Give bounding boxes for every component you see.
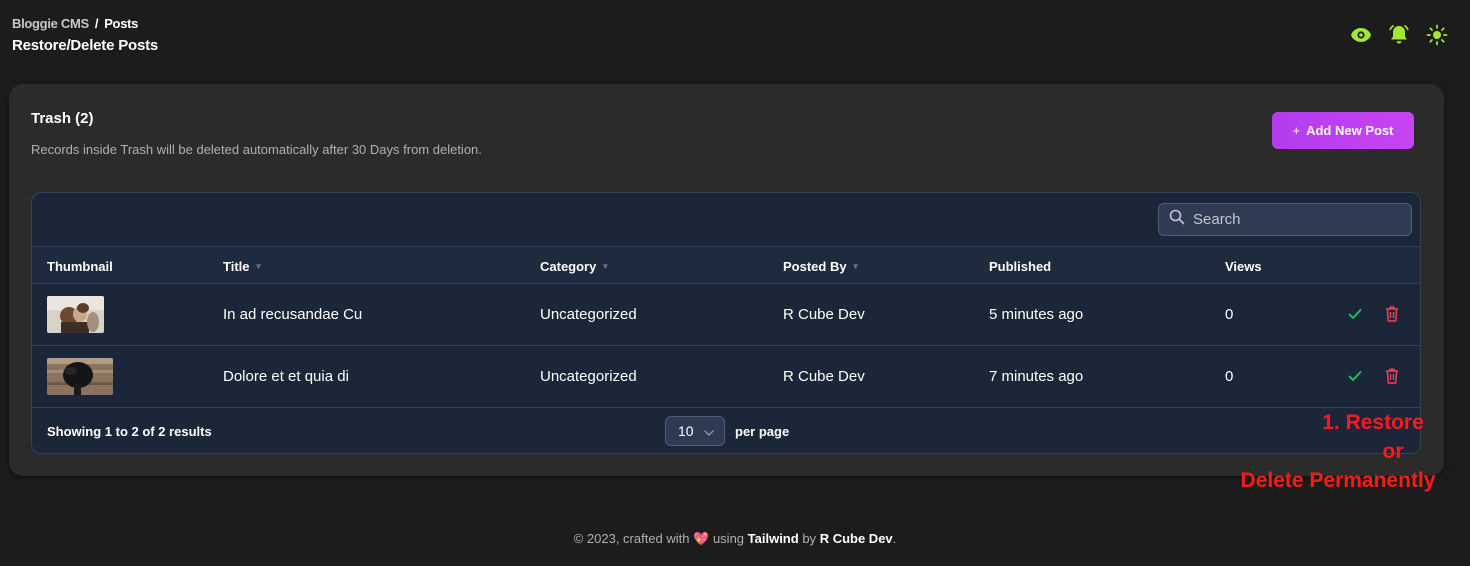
delete-permanently-button[interactable] xyxy=(1382,304,1402,324)
bell-icon[interactable] xyxy=(1388,24,1410,46)
table-header: Thumbnail Title ▼ Category ▼ Posted By ▼ Pu… xyxy=(32,246,1420,284)
breadcrumb-current[interactable]: Posts xyxy=(104,16,138,31)
breadcrumb-root[interactable]: Bloggie CMS xyxy=(12,16,89,31)
table-row: Dolore et et quia di Uncategorized R Cub… xyxy=(32,346,1420,408)
page-footer: © 2023, crafted with 💖 using Tailwind by… xyxy=(0,531,1470,547)
annotation-line-3: Delete Permanently xyxy=(1240,469,1436,492)
sort-chevron-icon: ▼ xyxy=(254,262,263,271)
column-header-posted-by[interactable]: Posted By ▼ xyxy=(783,259,860,274)
table-row: In ad recusandae Cu Uncategorized R Cube… xyxy=(32,284,1420,346)
chevron-down-icon xyxy=(704,423,714,439)
table-footer: Showing 1 to 2 of 2 results 10 per page xyxy=(32,408,1420,453)
column-header-category[interactable]: Category ▼ xyxy=(540,259,609,274)
card-title: Trash (2) xyxy=(31,110,94,127)
post-thumbnail xyxy=(47,358,113,395)
search-icon xyxy=(1169,209,1185,230)
breadcrumb: Bloggie CMS / Posts xyxy=(12,16,158,31)
sort-chevron-icon: ▼ xyxy=(601,262,610,271)
post-title[interactable]: In ad recusandae Cu xyxy=(223,306,362,323)
per-page-select[interactable]: 10 xyxy=(665,416,725,446)
column-header-thumbnail: Thumbnail xyxy=(47,259,113,274)
plus-icon: + xyxy=(1292,123,1301,138)
card-header: Trash (2) Records inside Trash will be d… xyxy=(31,110,482,157)
column-header-views: Views xyxy=(1225,259,1262,274)
sun-icon[interactable] xyxy=(1426,24,1448,46)
sort-chevron-icon: ▼ xyxy=(851,262,860,271)
per-page-control: 10 per page xyxy=(665,416,789,446)
post-published: 5 minutes ago xyxy=(989,306,1084,323)
top-toolbar xyxy=(1350,24,1448,46)
post-category: Uncategorized xyxy=(540,306,637,323)
post-author: R Cube Dev xyxy=(783,306,865,323)
search-field[interactable] xyxy=(1158,203,1412,236)
page-header: Bloggie CMS / Posts Restore/Delete Posts xyxy=(12,16,158,54)
column-header-title[interactable]: Title ▼ xyxy=(223,259,262,274)
per-page-value: 10 xyxy=(678,423,694,439)
results-summary: Showing 1 to 2 of 2 results xyxy=(47,424,212,439)
column-header-published: Published xyxy=(989,259,1052,274)
search-input[interactable] xyxy=(1193,211,1393,228)
restore-button[interactable] xyxy=(1345,304,1365,324)
post-category: Uncategorized xyxy=(540,368,637,385)
post-published: 7 minutes ago xyxy=(989,368,1084,385)
post-views: 0 xyxy=(1225,368,1234,385)
page-title: Restore/Delete Posts xyxy=(12,37,159,54)
footer-author-link[interactable]: R Cube Dev xyxy=(820,531,893,546)
eye-icon[interactable] xyxy=(1350,24,1372,46)
delete-permanently-button[interactable] xyxy=(1382,366,1402,386)
post-views: 0 xyxy=(1225,306,1234,323)
posts-table: Thumbnail Title▼ Category▼ Posted By▼ Pu… xyxy=(31,192,1421,454)
breadcrumb-separator: / xyxy=(94,16,99,31)
footer-prefix: © 2023, crafted with xyxy=(573,531,690,546)
post-thumbnail xyxy=(47,296,104,333)
footer-using: using xyxy=(712,531,745,546)
add-new-post-button[interactable]: + Add New Post xyxy=(1272,112,1414,149)
annotation-callout: 1. Restore or Delete Permanently xyxy=(1218,408,1458,495)
card-subtitle: Records inside Trash will be deleted aut… xyxy=(31,142,482,157)
per-page-label: per page xyxy=(735,423,790,439)
footer-suffix: . xyxy=(892,531,897,546)
annotation-line-2: or xyxy=(1382,440,1404,463)
post-title[interactable]: Dolore et et quia di xyxy=(223,368,349,385)
footer-tech-link[interactable]: Tailwind xyxy=(748,531,799,546)
restore-button[interactable] xyxy=(1345,366,1365,386)
annotation-line-1: 1. Restore xyxy=(1322,411,1424,434)
add-new-post-label: Add New Post xyxy=(1306,123,1394,138)
footer-by: by xyxy=(802,531,817,546)
post-author: R Cube Dev xyxy=(783,368,865,385)
heart-icon: 💖 xyxy=(693,531,710,546)
